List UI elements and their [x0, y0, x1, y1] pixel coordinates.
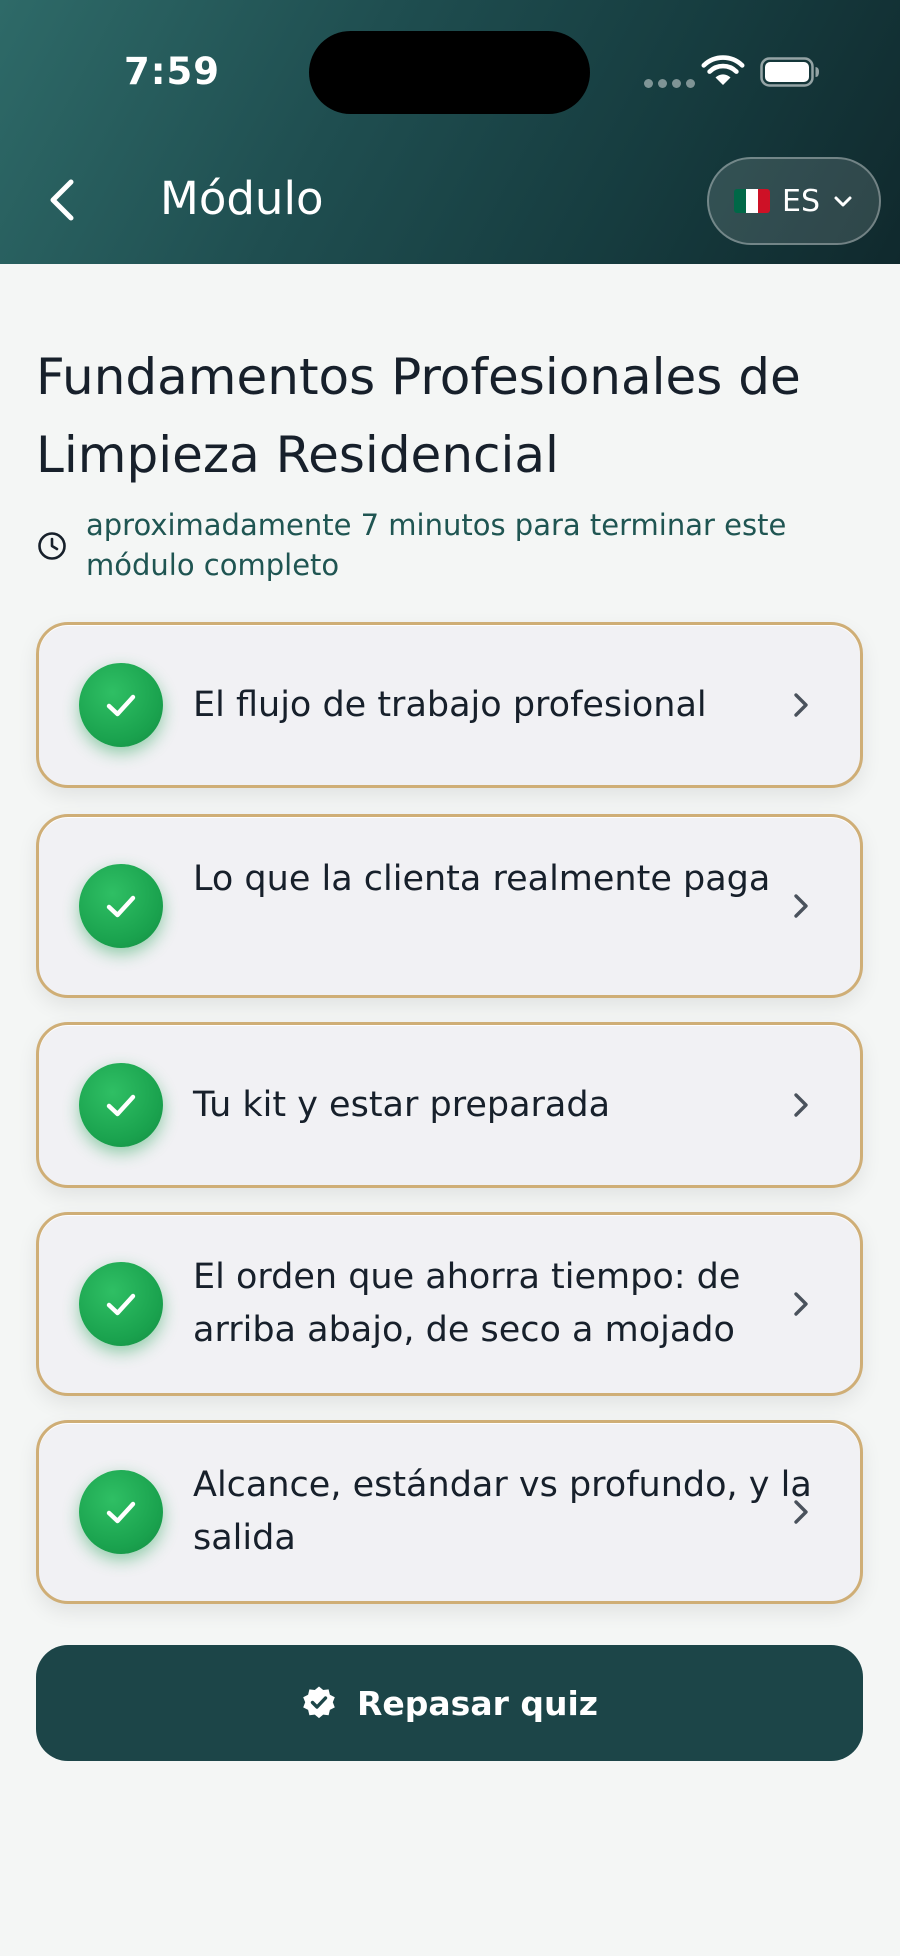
module-title: Fundamentos Profesionales de Limpieza Re… [36, 348, 801, 484]
lesson-title: Alcance, estándar vs profundo, y la sali… [193, 1465, 812, 1558]
language-code: ES [782, 183, 820, 219]
duration-text: aproximadamente 7 minutos para terminar … [86, 508, 787, 582]
chevron-right-icon [794, 1500, 808, 1524]
language-selector[interactable]: ES [707, 157, 881, 245]
lesson-card[interactable]: Tu kit y estar preparada [36, 1022, 863, 1188]
header-title: Módulo [160, 172, 324, 225]
lesson-title: El flujo de trabajo profesional [193, 684, 707, 725]
badge-check-icon [303, 1686, 335, 1719]
chevron-right-icon [794, 894, 808, 918]
clock-icon [38, 532, 66, 560]
dynamic-island [309, 31, 590, 114]
review-quiz-label: Repasar quiz [357, 1683, 598, 1723]
lesson-title: El orden que ahorra tiempo: de arriba ab… [193, 1257, 741, 1350]
app-header: 7:59 Módulo ES [0, 0, 900, 264]
chevron-right-icon [794, 1093, 808, 1117]
cellular-signal-icon [644, 79, 695, 88]
check-icon [79, 1262, 163, 1346]
module-duration: aproximadamente 7 minutos para terminar … [36, 505, 876, 585]
lesson-title: Lo que la clienta realmente paga [193, 859, 771, 899]
lesson-card[interactable]: El flujo de trabajo profesional [36, 622, 863, 788]
chevron-right-icon [794, 693, 808, 717]
review-quiz-button[interactable]: Repasar quiz [36, 1645, 863, 1761]
lesson-card[interactable]: El orden que ahorra tiempo: de arriba ab… [36, 1212, 863, 1396]
chevron-right-icon [794, 1292, 808, 1316]
wifi-icon [701, 55, 745, 85]
check-icon [79, 663, 163, 747]
check-icon [79, 864, 163, 948]
chevron-left-icon [50, 179, 74, 221]
battery-icon [760, 57, 819, 87]
lesson-card[interactable]: Lo que la clienta realmente paga [36, 814, 863, 998]
check-icon [79, 1063, 163, 1147]
chevron-down-icon [834, 196, 852, 207]
lesson-title: Tu kit y estar preparada [193, 1084, 611, 1125]
status-bar-time: 7:59 [124, 50, 221, 93]
back-button[interactable] [40, 170, 84, 230]
lesson-card[interactable]: Alcance, estándar vs profundo, y la sali… [36, 1420, 863, 1604]
check-icon [79, 1470, 163, 1554]
mexico-flag-icon [734, 189, 770, 213]
